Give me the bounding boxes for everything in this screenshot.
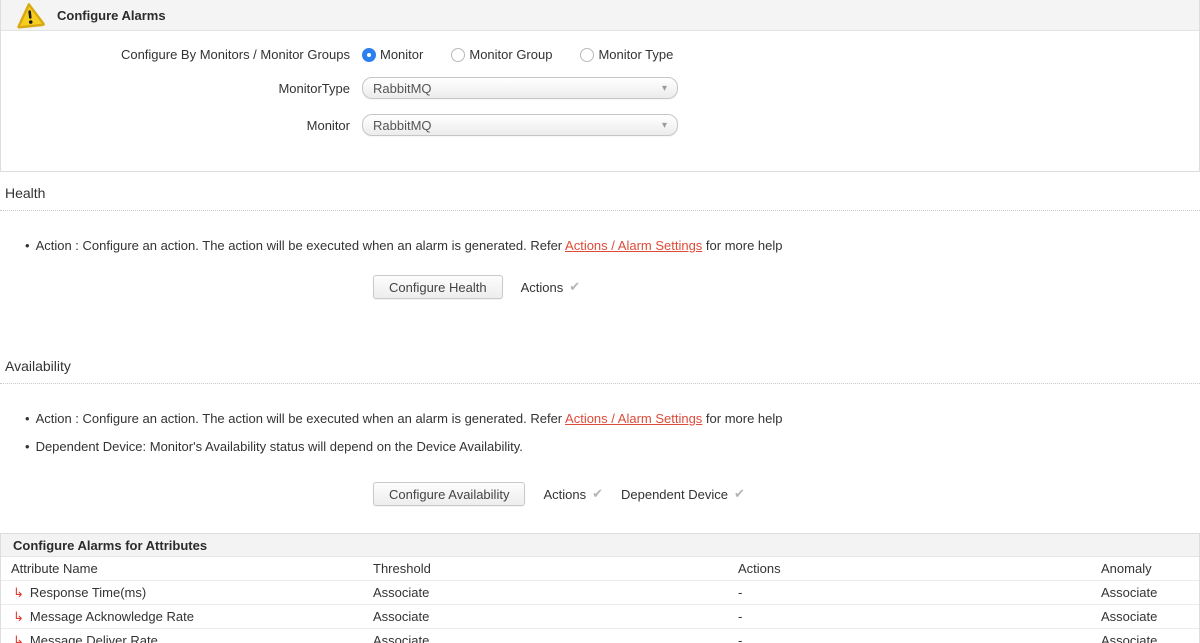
monitor-row: Monitor RabbitMQ ▾ (1, 114, 1199, 136)
availability-actions-label: Actions (543, 487, 586, 502)
health-action-row: Configure Health Actions ✔ (373, 275, 1200, 299)
availability-action-bullet: • Action : Configure an action. The actio… (0, 411, 1200, 426)
health-bullet-prefix: Action : Configure an action. The action… (36, 238, 565, 253)
branch-arrow-icon: ↳ (13, 633, 24, 643)
configure-form: Configure By Monitors / Monitor Groups M… (1, 31, 1199, 171)
availability-bullet2-text: Dependent Device: Monitor's Availability… (36, 439, 523, 454)
table-row: ↳ Message Acknowledge Rate Associate - A… (1, 605, 1199, 629)
dependent-device-status: Dependent Device ✔ (621, 486, 745, 502)
availability-section: Availability • Action : Configure an acti… (0, 345, 1200, 506)
radio-monitor-type-label: Monitor Type (598, 47, 673, 62)
bullet-icon: • (25, 439, 30, 454)
health-actions-label: Actions (521, 280, 564, 295)
radio-monitor-type[interactable]: Monitor Type (580, 47, 673, 62)
actions-alarm-settings-link[interactable]: Actions / Alarm Settings (565, 411, 702, 426)
configure-availability-button[interactable]: Configure Availability (373, 482, 525, 506)
table-row: ↳ Response Time(ms) Associate - Associat… (1, 581, 1199, 605)
bullet-icon: • (25, 411, 30, 426)
availability-bullet1-prefix: Action : Configure an action. The action… (36, 411, 565, 426)
actions-value: - (728, 633, 1091, 643)
attribute-name: Message Acknowledge Rate (30, 609, 194, 624)
attributes-table: Configure Alarms for Attributes Attribut… (0, 533, 1200, 643)
check-icon: ✔ (592, 486, 603, 502)
health-actions-status: Actions ✔ (521, 279, 581, 295)
col-anomaly: Anomaly (1091, 561, 1199, 576)
radio-monitor-group-circle[interactable] (451, 48, 465, 62)
monitor-type-select[interactable]: RabbitMQ ▾ (362, 77, 678, 99)
dependent-device-label: Dependent Device (621, 487, 728, 502)
radio-monitor-group[interactable]: Monitor Group (451, 47, 552, 62)
radio-monitor-group-label: Monitor Group (469, 47, 552, 62)
attributes-table-title: Configure Alarms for Attributes (13, 538, 207, 553)
anomaly-associate-link[interactable]: Associate (1091, 633, 1199, 643)
chevron-down-icon: ▾ (662, 83, 667, 94)
availability-actions-status: Actions ✔ (543, 486, 603, 502)
threshold-associate-link[interactable]: Associate (363, 585, 728, 600)
panel-title-bar: Configure Alarms (1, 0, 1199, 31)
configure-by-row: Configure By Monitors / Monitor Groups M… (1, 47, 1199, 62)
attribute-name-cell: ↳ Response Time(ms) (1, 585, 363, 601)
check-icon: ✔ (569, 279, 580, 295)
configure-alarms-panel: Configure Alarms Configure By Monitors /… (0, 0, 1200, 172)
availability-bullet1-suffix: for more help (702, 411, 782, 426)
attribute-name-cell: ↳ Message Acknowledge Rate (1, 609, 363, 625)
attribute-name: Response Time(ms) (30, 585, 146, 600)
availability-heading: Availability (0, 345, 1200, 384)
monitor-type-row: MonitorType RabbitMQ ▾ (1, 77, 1199, 99)
chevron-down-icon: ▾ (662, 120, 667, 131)
radio-monitor[interactable]: Monitor (362, 47, 423, 62)
availability-action-row: Configure Availability Actions ✔ Depende… (373, 482, 1200, 506)
anomaly-associate-link[interactable]: Associate (1091, 609, 1199, 624)
warning-icon (14, 1, 47, 30)
configure-by-label: Configure By Monitors / Monitor Groups (1, 47, 362, 62)
health-action-bullet: • Action : Configure an action. The actio… (0, 238, 1200, 253)
actions-value: - (728, 609, 1091, 624)
attribute-name: Message Deliver Rate (30, 633, 158, 643)
radio-monitor-label: Monitor (380, 47, 423, 62)
actions-alarm-settings-link[interactable]: Actions / Alarm Settings (565, 238, 702, 253)
branch-arrow-icon: ↳ (13, 609, 24, 625)
availability-dependent-bullet: • Dependent Device: Monitor's Availabilit… (0, 439, 1200, 454)
threshold-associate-link[interactable]: Associate (363, 633, 728, 643)
check-icon: ✔ (734, 486, 745, 502)
monitor-type-value: RabbitMQ (373, 81, 432, 96)
health-heading: Health (0, 172, 1200, 211)
health-bullet-suffix: for more help (702, 238, 782, 253)
threshold-associate-link[interactable]: Associate (363, 609, 728, 624)
monitor-type-label: MonitorType (1, 81, 362, 96)
page-title: Configure Alarms (57, 8, 166, 23)
table-row: ↳ Message Deliver Rate Associate - Assoc… (1, 629, 1199, 643)
monitor-select[interactable]: RabbitMQ ▾ (362, 114, 678, 136)
configure-health-button[interactable]: Configure Health (373, 275, 503, 299)
anomaly-associate-link[interactable]: Associate (1091, 585, 1199, 600)
bullet-icon: • (25, 238, 30, 253)
monitor-value: RabbitMQ (373, 118, 432, 133)
col-actions: Actions (728, 561, 1091, 576)
col-threshold: Threshold (363, 561, 728, 576)
radio-monitor-circle[interactable] (362, 48, 376, 62)
attributes-table-header-bar: Configure Alarms for Attributes (1, 533, 1199, 557)
actions-value: - (728, 585, 1091, 600)
radio-monitor-type-circle[interactable] (580, 48, 594, 62)
table-header-row: Attribute Name Threshold Actions Anomaly (1, 557, 1199, 581)
attribute-name-cell: ↳ Message Deliver Rate (1, 633, 363, 643)
col-attribute-name: Attribute Name (1, 561, 363, 576)
health-section: Health • Action : Configure an action. Th… (0, 172, 1200, 299)
configure-by-radio-group: Monitor Monitor Group Monitor Type (362, 47, 701, 62)
monitor-label: Monitor (1, 118, 362, 133)
branch-arrow-icon: ↳ (13, 585, 24, 601)
